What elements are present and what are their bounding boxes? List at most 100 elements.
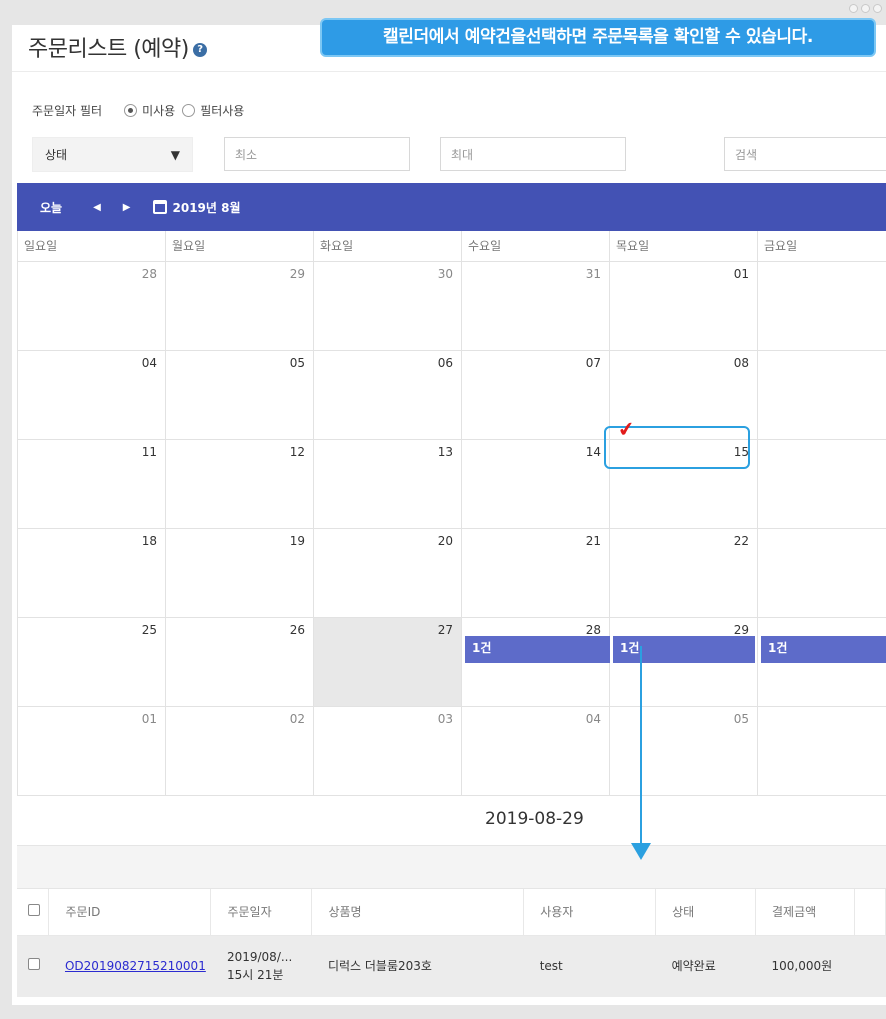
day-cell[interactable]: 13 — [314, 440, 462, 528]
day-number: 05 — [289, 356, 305, 370]
day-number: 20 — [437, 534, 453, 548]
day-cell[interactable]: 01 — [18, 707, 166, 795]
table-header-row: 주문ID 주문일자 상품명 사용자 상태 결제금액 — [17, 889, 886, 936]
weekday-mon: 월요일 — [166, 231, 314, 261]
day-number: 12 — [289, 445, 305, 459]
day-cell[interactable]: 05 — [166, 351, 314, 439]
day-cell[interactable]: 01 — [610, 262, 758, 350]
day-cell[interactable]: 21 — [462, 529, 610, 617]
day-cell[interactable] — [758, 529, 886, 617]
col-amount[interactable]: 결제금액 — [755, 889, 855, 936]
reservation-event[interactable]: 1건 — [761, 636, 886, 663]
next-month-icon[interactable]: ▶ — [123, 202, 131, 213]
day-number: 31 — [585, 267, 601, 281]
radio-use-filter[interactable]: 필터사용 — [182, 102, 244, 119]
radio-unused[interactable]: 미사용 — [124, 102, 175, 119]
day-number: 27 — [437, 623, 453, 637]
reservation-event-selected[interactable]: 1건 — [613, 636, 755, 663]
day-number: 14 — [585, 445, 601, 459]
day-cell-today[interactable]: 27 — [314, 618, 462, 706]
day-number: 25 — [141, 623, 157, 637]
day-cell[interactable]: 07 — [462, 351, 610, 439]
max-input[interactable]: 최대 — [440, 137, 626, 171]
day-number: 02 — [289, 712, 305, 726]
day-cell[interactable]: 14 — [462, 440, 610, 528]
order-id-link[interactable]: OD2019082715210001 — [65, 959, 206, 973]
day-cell[interactable]: 12 — [166, 440, 314, 528]
radio-checked-icon — [124, 104, 138, 117]
day-cell[interactable]: 29 — [166, 262, 314, 350]
status-select-value: 상태 — [45, 148, 68, 162]
day-cell[interactable]: 02 — [166, 707, 314, 795]
cell-amount: 100,000원 — [755, 935, 855, 997]
row-checkbox-cell — [17, 935, 49, 997]
day-number: 03 — [437, 712, 453, 726]
order-date-line2: 15시 21분 — [226, 968, 284, 983]
day-cell[interactable]: 11 — [18, 440, 166, 528]
day-cell[interactable]: 04 — [18, 351, 166, 439]
day-number: 11 — [141, 445, 157, 459]
day-cell[interactable]: 18 — [18, 529, 166, 617]
weekday-thu: 목요일 — [610, 231, 758, 261]
day-cell[interactable]: 19 — [166, 529, 314, 617]
cell-product: 디럭스 더블룸203호 — [311, 935, 524, 997]
day-number: 30 — [437, 267, 453, 281]
cell-order-id: OD2019082715210001 — [48, 935, 211, 997]
status-select[interactable]: 상태 ▼ — [32, 137, 193, 172]
day-cell[interactable] — [758, 440, 886, 528]
day-cell[interactable]: 26 — [166, 618, 314, 706]
cell-extra — [854, 935, 886, 997]
day-cell[interactable]: 25 — [18, 618, 166, 706]
arrow-down-icon — [631, 843, 651, 860]
day-number: 13 — [437, 445, 453, 459]
day-cell[interactable]: 31 — [462, 262, 610, 350]
table-row[interactable]: OD2019082715210001 2019/08/... 15시 21분 디럭… — [17, 935, 886, 997]
tooltip-callout: 캘린더에서 예약건을선택하면 주문목록을 확인할 수 있습니다. — [320, 18, 876, 57]
day-number: 06 — [437, 356, 453, 370]
max-placeholder: 최대 — [451, 147, 474, 162]
today-button[interactable]: 오늘 — [40, 199, 62, 216]
day-number: 19 — [289, 534, 305, 548]
day-number: 01 — [141, 712, 157, 726]
min-input[interactable]: 최소 — [224, 137, 410, 171]
selected-date: 2019-08-29 — [485, 809, 584, 829]
row-checkbox[interactable] — [28, 958, 40, 971]
col-order-id[interactable]: 주문ID — [48, 889, 212, 936]
day-cell[interactable] — [758, 351, 886, 439]
col-status[interactable]: 상태 — [655, 889, 756, 936]
day-number: 04 — [585, 712, 601, 726]
day-cell[interactable]: 06 — [314, 351, 462, 439]
radio-unchecked-icon — [182, 104, 196, 117]
order-date-line1: 2019/08/... — [226, 950, 293, 965]
prev-month-icon[interactable]: ◀ — [93, 202, 101, 213]
radio-use-filter-label: 필터사용 — [200, 104, 245, 118]
day-cell[interactable]: 05 — [610, 707, 758, 795]
search-placeholder: 검색 — [735, 147, 758, 162]
day-cell[interactable] — [758, 262, 886, 350]
col-product[interactable]: 상품명 — [311, 889, 525, 936]
reservation-event[interactable]: 1건 — [465, 636, 610, 663]
day-cell[interactable]: 03 — [314, 707, 462, 795]
day-cell[interactable]: 28 — [18, 262, 166, 350]
day-cell[interactable]: 20 — [314, 529, 462, 617]
window-controls — [849, 4, 882, 13]
select-all-checkbox[interactable] — [28, 904, 40, 917]
day-cell[interactable]: 30 — [314, 262, 462, 350]
min-placeholder: 최소 — [235, 147, 258, 162]
week-row: 11 12 13 14 15 — [17, 440, 886, 529]
col-order-date[interactable]: 주문일자 — [210, 889, 313, 936]
select-all-checkbox-cell — [17, 889, 50, 936]
day-cell[interactable]: 22 — [610, 529, 758, 617]
cell-status: 예약완료 — [655, 935, 756, 997]
day-cell[interactable]: 15 — [610, 440, 758, 528]
day-cell[interactable] — [758, 707, 886, 795]
help-icon[interactable]: ? — [192, 43, 207, 57]
orders-table: 주문ID 주문일자 상품명 사용자 상태 결제금액 OD201908271521… — [17, 889, 886, 997]
col-user[interactable]: 사용자 — [523, 889, 657, 936]
table-toolbar — [17, 845, 886, 889]
search-input[interactable]: 검색 — [724, 137, 886, 171]
month-selector[interactable]: 2019년 8월 — [152, 199, 241, 216]
week-row: 25 26 27 28 29 1건 1건 1건 — [17, 618, 886, 707]
day-cell[interactable]: 04 — [462, 707, 610, 795]
order-list-panel: 주문리스트 (예약)? 주문일자 필터 미사용 필터사용 상태 ▼ 최소 최대 검… — [12, 25, 886, 1005]
